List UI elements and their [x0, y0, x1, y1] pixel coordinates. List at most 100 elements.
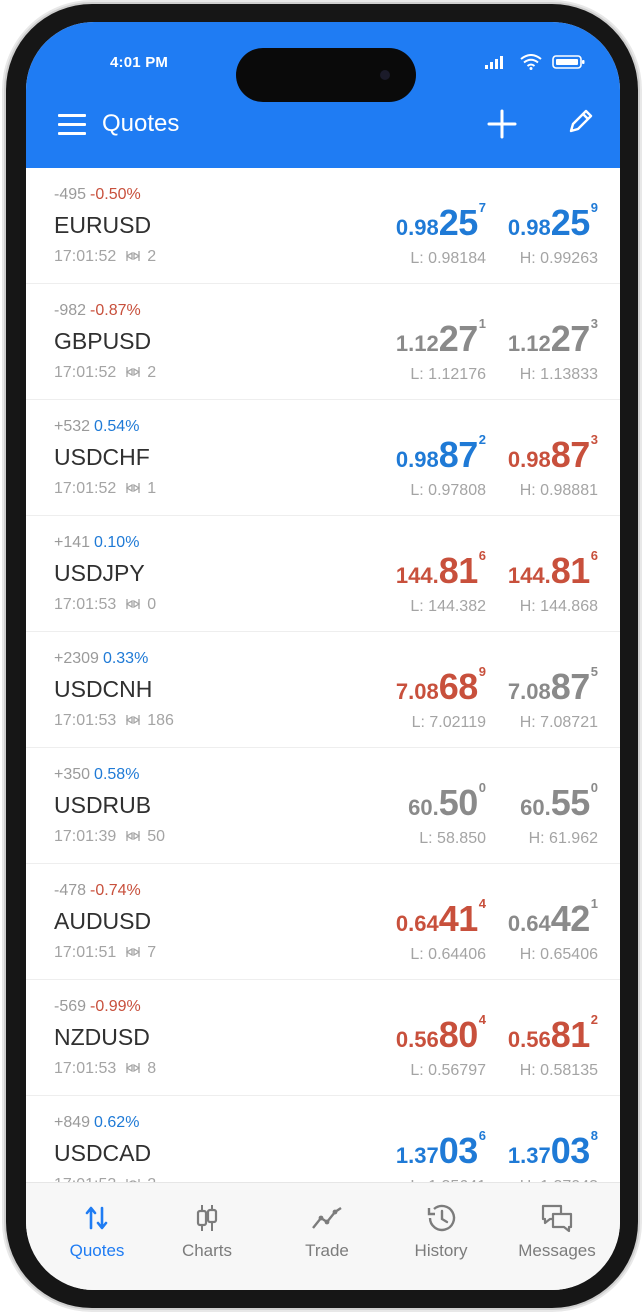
nav-item-quotes[interactable]: Quotes [38, 1201, 156, 1261]
quote-row[interactable]: -982 -0.87% GBPUSD 17:01:52 2 1.12271 1.1… [26, 284, 620, 400]
quote-time: 17:01:53 [54, 596, 117, 613]
change-percent: 0.33% [102, 650, 149, 667]
change-points: +350 [54, 766, 91, 783]
quote-row[interactable]: -495 -0.50% EURUSD 17:01:52 2 0.98257 0.9… [26, 168, 620, 284]
change-percent: -0.74% [90, 882, 141, 899]
bid-price: 0.98257 [396, 200, 486, 244]
day-high: H: 61.962 [528, 830, 598, 847]
day-high: H: 0.99263 [519, 250, 598, 267]
spread-value: 2 [147, 248, 157, 265]
bid-price-prefix: 0.56 [395, 1027, 439, 1052]
spread-value: 1 [147, 480, 157, 497]
ask-price: 7.08875 [507, 664, 598, 708]
bid-price-fraction: 4 [478, 1012, 486, 1027]
wifi-icon [520, 54, 542, 70]
bid-price: 0.56804 [395, 1012, 486, 1056]
quote-meta: 17:01:53 8 [54, 1060, 156, 1078]
quote-meta: 17:01:52 2 [54, 248, 156, 266]
change-percent: 0.54% [94, 418, 140, 435]
ask-price-prefix: 7.08 [507, 679, 551, 704]
nav-item-label: History [414, 1241, 468, 1260]
quote-row[interactable]: -569 -0.99% NZDUSD 17:01:53 8 0.56804 0.5… [26, 980, 620, 1096]
bid-price-prefix: 0.98 [395, 447, 439, 472]
spread-value: 0 [147, 596, 157, 613]
bid-price-fraction: 6 [478, 548, 486, 563]
daily-change: -569 -0.99% [54, 998, 141, 1016]
ask-price: 1.12273 [508, 316, 598, 360]
toolbar: Quotes [26, 108, 620, 148]
bid-price-prefix: 1.37 [395, 1143, 439, 1168]
ask-price-pips: 81 [550, 1014, 591, 1055]
ask-price-fraction: 2 [590, 1012, 598, 1027]
day-low: L: 144.382 [410, 598, 486, 615]
symbol-name: AUDUSD [54, 908, 152, 934]
bid-price-prefix: 7.08 [395, 679, 439, 704]
ask-price: 60.550 [520, 780, 598, 824]
ask-price-pips: 87 [550, 666, 591, 707]
change-points: +2309 [54, 650, 99, 667]
quote-row[interactable]: -478 -0.74% AUDUSD 17:01:51 7 0.64414 0.6… [26, 864, 620, 980]
nav-item-history[interactable]: History [382, 1201, 500, 1261]
ask-price-fraction: 0 [590, 780, 598, 795]
change-points: +532 [54, 418, 91, 435]
daily-change: +350 0.58% [54, 766, 139, 784]
day-low: L: 0.98184 [410, 250, 486, 267]
change-points: -495 [54, 186, 87, 203]
spread-icon [125, 483, 140, 493]
symbol-name: GBPUSD [54, 328, 152, 354]
quote-row[interactable]: +350 0.58% USDRUB 17:01:39 50 60.500 60.5… [26, 748, 620, 864]
spread-icon [125, 831, 140, 841]
quote-time: 17:01:52 [54, 364, 117, 381]
change-points: +141 [54, 534, 91, 551]
change-percent: -0.87% [90, 302, 141, 319]
ask-price: 144.816 [507, 548, 598, 592]
spread-icon [125, 367, 140, 377]
ask-price-prefix: 1.37 [507, 1143, 551, 1168]
quote-time: 17:01:52 [54, 248, 117, 265]
edit-button[interactable] [566, 106, 598, 138]
nav-item-messages[interactable]: Messages [498, 1201, 616, 1261]
ask-price-prefix: 0.64 [507, 911, 551, 936]
bid-price-prefix: 144. [395, 563, 439, 588]
ask-price-pips: 87 [550, 434, 591, 475]
day-low: L: 1.12176 [410, 366, 486, 383]
day-low: L: 0.97808 [410, 482, 486, 499]
signal-icon [485, 56, 503, 69]
day-low: L: 7.02119 [411, 714, 486, 731]
spread-value: 2 [147, 364, 157, 381]
quote-row[interactable]: +532 0.54% USDCHF 17:01:52 1 0.98872 0.98… [26, 400, 620, 516]
ask-price-fraction: 3 [590, 432, 598, 447]
day-high: H: 0.65406 [519, 946, 598, 963]
add-symbol-button[interactable] [486, 102, 518, 148]
bid-price: 0.64414 [396, 896, 486, 940]
symbol-name: NZDUSD [54, 1024, 150, 1050]
quote-meta: 17:01:52 2 [54, 364, 156, 382]
change-points: -982 [54, 302, 87, 319]
bid-price: 1.12271 [396, 316, 486, 360]
bid-price-pips: 68 [438, 666, 479, 707]
pencil-icon [569, 109, 593, 133]
bid-price-fraction: 1 [478, 316, 486, 331]
quote-row[interactable]: +8490.62% USDCAD 17:01:53 2 1.37036 1.37… [26, 1096, 620, 1182]
quotes-list: -495 -0.50% EURUSD 17:01:52 2 0.98257 0.9… [26, 168, 620, 1182]
history-clock-icon [382, 1201, 500, 1235]
battery-icon [552, 55, 585, 69]
bottom-navigation: Quotes Charts Trade History Messages [26, 1182, 620, 1290]
nav-item-charts[interactable]: Charts [148, 1201, 266, 1261]
ask-price-pips: 25 [550, 202, 591, 243]
ask-price-pips: 55 [550, 782, 591, 823]
quote-row[interactable]: +141 0.10% USDJPY 17:01:53 0 144.816 144.… [26, 516, 620, 632]
quote-row[interactable]: +2309 0.33% USDCNH 17:01:53 186 7.08689 7… [26, 632, 620, 748]
quote-meta: 17:01:52 1 [54, 480, 156, 498]
bid-price-fraction: 9 [478, 664, 486, 679]
nav-item-trade[interactable]: Trade [268, 1201, 386, 1261]
ask-price: 0.98259 [508, 200, 598, 244]
change-percent: 0.58% [94, 766, 140, 783]
hamburger-menu-icon[interactable] [58, 114, 86, 136]
day-high: H: 144.868 [519, 598, 598, 615]
ask-price-prefix: 60. [520, 795, 551, 820]
bid-price-pips: 25 [438, 202, 479, 243]
ask-price-prefix: 144. [507, 563, 551, 588]
spread-value: 7 [147, 944, 157, 961]
daily-change: +2309 0.33% [54, 650, 148, 668]
